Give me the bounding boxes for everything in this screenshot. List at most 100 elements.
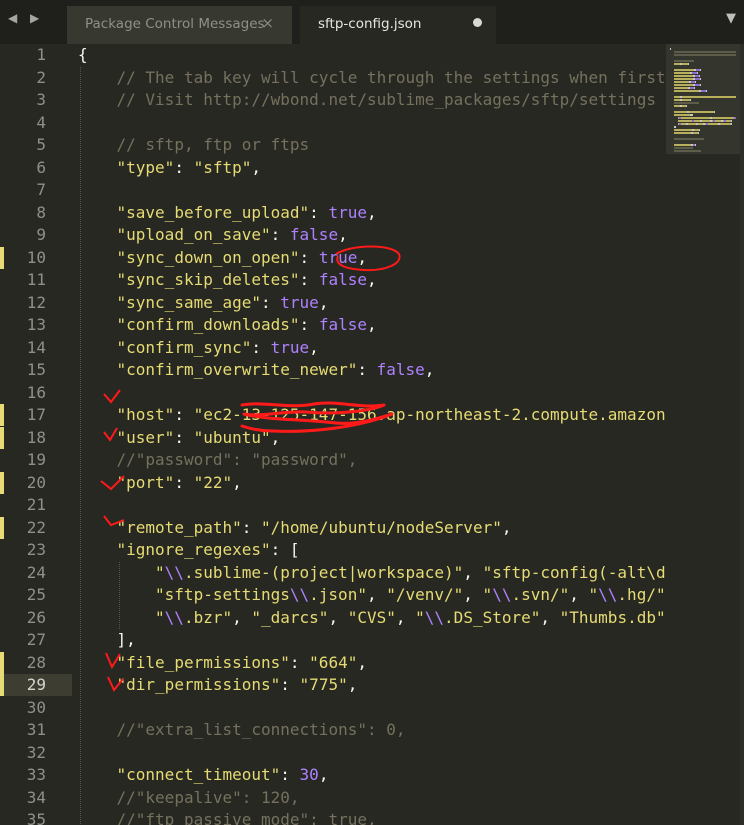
vertical-scrollbar[interactable] xyxy=(740,44,744,825)
forward-arrow-icon[interactable]: ▶ xyxy=(30,11,39,25)
code-line[interactable]: "save_before_upload": true, xyxy=(117,202,377,225)
tab-list-chevron-down-icon[interactable]: ▼ xyxy=(726,11,736,26)
line-number: 19 xyxy=(26,450,46,469)
minimap-mark xyxy=(714,111,715,113)
code-line[interactable]: "\\.sublime-(project|workspace)", "sftp-… xyxy=(155,562,666,585)
code-token-plain: : xyxy=(261,292,281,312)
code-line[interactable]: // Visit http://wbond.net/sublime_packag… xyxy=(117,89,666,112)
code-line[interactable]: "upload_on_save": false, xyxy=(117,224,348,247)
code-token-bool: true xyxy=(280,292,319,312)
code-line[interactable]: ], xyxy=(117,629,136,652)
code-token-plain: , xyxy=(366,315,377,334)
code-token-plain: , xyxy=(318,292,329,312)
code-token-str: "Thumbs.db" xyxy=(559,607,666,627)
code-line[interactable]: //"extra_list_connections": 0, xyxy=(117,719,406,742)
tab-sftp-config-json[interactable]: sftp-config.json xyxy=(300,6,496,44)
back-arrow-icon[interactable]: ◀ xyxy=(8,11,17,25)
code-line[interactable]: "confirm_downloads": false, xyxy=(117,314,377,337)
code-token-plain: : xyxy=(309,202,329,222)
code-line[interactable]: "type": "sftp", xyxy=(117,157,262,180)
line-number: 15 xyxy=(26,360,46,379)
code-token-comment: //"extra_list_connections": 0, xyxy=(116,720,406,739)
line-number: 24 xyxy=(26,562,46,582)
minimap-mark xyxy=(674,75,693,77)
minimap-mark xyxy=(700,78,701,80)
minimap-mark xyxy=(682,99,690,101)
unsaved-dot-icon[interactable] xyxy=(473,18,482,27)
code-token-plain: ], xyxy=(116,630,136,649)
code-line[interactable]: "port": "22", xyxy=(117,472,242,495)
line-number: 18 xyxy=(26,427,46,447)
minimap[interactable] xyxy=(666,44,740,825)
code-token-str: "CVS" xyxy=(347,607,396,627)
line-number: 33 xyxy=(26,765,46,784)
code-line[interactable]: "sftp-settings\\.json", "/venv/", "\\.sv… xyxy=(155,584,666,607)
code-line[interactable]: "user": "ubuntu", xyxy=(117,427,281,450)
code-line[interactable]: // The tab key will cycle through the se… xyxy=(117,67,666,90)
code-line[interactable]: "dir_permissions": "775", xyxy=(117,674,358,697)
code-line[interactable]: "connect_timeout": 30, xyxy=(117,764,329,787)
code-token-comment: // Visit http://wbond.net/sublime_packag… xyxy=(116,90,666,109)
minimap-mark xyxy=(708,123,718,125)
code-token-str: "sftp-settings xyxy=(155,585,290,604)
code-line[interactable]: //"password": "password", xyxy=(117,449,358,472)
code-line[interactable]: "\\.bzr", "_darcs", "CVS", "\\.DS_Store"… xyxy=(155,607,666,630)
code-token-plain: , xyxy=(338,225,348,244)
code-area[interactable]: { // The tab key will cycle through the s… xyxy=(78,44,666,825)
code-token-plain: , xyxy=(251,157,262,177)
line-number: 22 xyxy=(26,517,46,537)
code-token-str: .json" xyxy=(309,585,367,604)
line-number: 28 xyxy=(26,652,46,672)
code-token-escape: \\ xyxy=(289,585,310,604)
line-number: 3 xyxy=(36,90,46,109)
minimap-mark xyxy=(694,87,695,89)
code-token-str: "/venv/" xyxy=(386,585,464,604)
minimap-mark xyxy=(674,114,690,116)
code-token-plain: : xyxy=(174,157,194,177)
code-token-plain: { xyxy=(78,45,88,64)
code-line[interactable]: //"keepalive": 120, xyxy=(117,787,300,810)
code-token-plain: : xyxy=(289,652,310,672)
code-line[interactable]: "sync_skip_deletes": false, xyxy=(117,269,377,292)
code-line[interactable]: "confirm_overwrite_newer": false, xyxy=(117,359,435,382)
minimap-mark xyxy=(674,102,699,104)
code-line[interactable]: "sync_same_age": true, xyxy=(117,292,329,315)
code-line[interactable]: // sftp, ftp or ftps xyxy=(117,134,310,157)
tab-package-control-messages[interactable]: Package Control Messages × xyxy=(67,6,292,44)
code-token-plain: : xyxy=(299,270,319,289)
code-token-comment: // sftp, ftp or ftps xyxy=(116,135,310,154)
code-token-escape: \\ xyxy=(164,562,184,582)
code-token-key: "user" xyxy=(116,427,175,447)
code-line[interactable]: "host": "ec2-13-125-147-156.ap-northeast… xyxy=(117,404,666,427)
minimap-mark xyxy=(670,48,671,50)
minimap-mark xyxy=(674,129,692,131)
code-line[interactable]: "confirm_sync": true, xyxy=(117,337,319,360)
code-token-key: "confirm_overwrite_newer" xyxy=(116,360,358,379)
code-line[interactable]: "ignore_regexes": [ xyxy=(117,539,300,562)
line-number: 32 xyxy=(26,742,46,762)
code-token-comment: //"keepalive": 120, xyxy=(116,787,300,807)
code-token-str: "/home/ubuntu/nodeServer" xyxy=(261,517,502,537)
code-editor[interactable]: 1 2 3 4 5 6 7 8 9 10 11 12 13 14 15 16 17 18 19 20 21 22 23 24 2… xyxy=(0,44,744,825)
minimap-mark xyxy=(674,69,694,71)
code-token-key: "remote_path" xyxy=(116,517,242,537)
code-line[interactable]: { xyxy=(78,44,88,67)
code-token-bool: false xyxy=(318,315,367,334)
close-icon[interactable]: × xyxy=(261,14,274,32)
code-token-str: "ubuntu" xyxy=(193,427,271,447)
code-token-str: "_darcs" xyxy=(251,607,329,627)
code-token-plain: : xyxy=(299,247,319,267)
code-line[interactable]: "file_permissions": "664", xyxy=(117,652,367,675)
code-token-plain: , xyxy=(347,675,358,694)
code-line[interactable]: "sync_down_on_open": true, xyxy=(117,247,367,270)
code-token-plain: , xyxy=(366,585,387,604)
code-line[interactable]: "remote_path": "/home/ubuntu/nodeServer"… xyxy=(117,517,512,540)
code-token-str: .svn/" xyxy=(511,585,570,604)
code-token-comment: //"ftp_passive_mode": true, xyxy=(116,810,377,825)
minimap-mark xyxy=(674,90,699,92)
code-token-plain: , xyxy=(357,247,367,267)
line-number: 31 xyxy=(26,720,46,739)
code-line[interactable]: //"ftp_passive_mode": true, xyxy=(117,809,377,825)
code-token-plain: : xyxy=(241,517,262,537)
code-token-escape: \\ xyxy=(598,585,618,604)
